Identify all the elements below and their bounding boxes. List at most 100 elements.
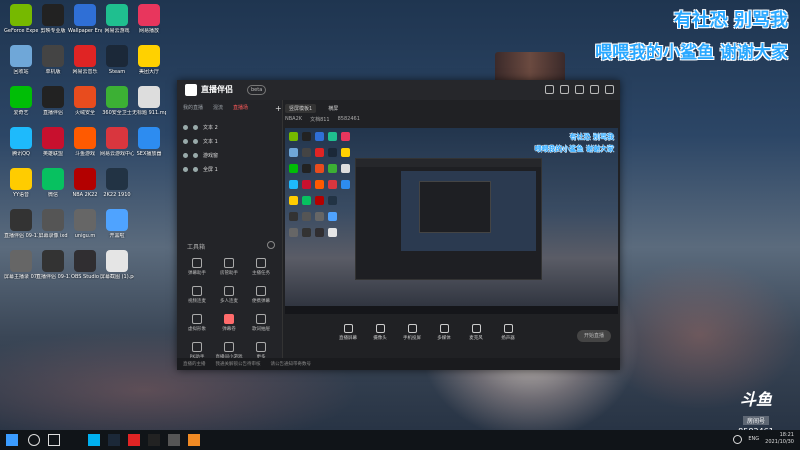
desktop-icon[interactable]: 腾讯QQ [4, 127, 38, 157]
desktop-icon[interactable]: 回收站 [4, 45, 38, 75]
version-badge[interactable]: beta [247, 85, 267, 95]
tab-landscape[interactable]: 横屏 [324, 104, 342, 113]
tool-icon [192, 258, 202, 268]
desktop-icon-label: 直播伴侣 09-13 sp [4, 233, 38, 239]
tool-button[interactable]: 主播任务 [245, 258, 277, 276]
desktop-icon-label: 屏幕截图 (1).pdf [100, 274, 134, 280]
desktop-icon[interactable]: SEX播放器 [132, 127, 166, 157]
eye-icon[interactable] [183, 138, 188, 144]
app-logo-icon [185, 84, 197, 96]
preview-desktop-icon [341, 132, 350, 141]
app-icon [10, 4, 32, 26]
toolbox-grid: 弹幕助手房管助手主播任务视频连麦多人连麦便携弹幕虚拟形象弹幕卷歌词抽屉PK助手直… [181, 258, 281, 360]
folder-icon[interactable] [168, 434, 180, 446]
desktop-icon[interactable]: OBS Studio [68, 250, 102, 280]
desktop-icon[interactable]: 2K22 1910 [100, 168, 134, 198]
lock-icon[interactable] [193, 166, 198, 172]
desktop-icon[interactable]: 剪映专业版 [36, 4, 70, 34]
source-control-button[interactable]: 麦克风 [465, 324, 487, 341]
task-view-icon[interactable] [48, 434, 60, 446]
desktop-icon[interactable]: 直播伴侣 [36, 86, 70, 116]
desktop-icon[interactable]: 火绒安全 [68, 86, 102, 116]
desktop-icon[interactable]: 开黑啦 [100, 209, 134, 239]
eye-icon[interactable] [183, 124, 188, 130]
eye-icon[interactable] [183, 166, 188, 172]
app-icon [74, 209, 96, 231]
desktop-icon[interactable]: Steam [100, 45, 134, 75]
desktop-icon[interactable]: 微信 [36, 168, 70, 198]
desktop-icon[interactable]: 网易云游戏 [100, 4, 134, 34]
bell-icon[interactable] [590, 85, 599, 94]
desktop-icon-label: 回收站 [13, 69, 29, 75]
live-companion-icon[interactable] [148, 434, 160, 446]
tab-live-scene[interactable]: 直播场 [233, 104, 248, 111]
toolbox-more-icon[interactable] [267, 241, 275, 249]
lang-indicator[interactable]: ENG [748, 436, 759, 442]
scene-item[interactable]: 游戏窗 [183, 148, 279, 162]
preview-desktop-icon [315, 196, 324, 205]
desktop-icon[interactable]: 360安全卫士 [100, 86, 134, 116]
tool-button[interactable]: 视频连麦 [181, 286, 213, 304]
tab-my-live[interactable]: 我的直播 [183, 104, 203, 111]
tool-button[interactable]: 歌词抽屉 [245, 314, 277, 332]
desktop-icon[interactable]: 美团大厅 [132, 45, 166, 75]
clock[interactable]: 18:21 2021/10/30 [765, 432, 794, 446]
scene-item[interactable]: 文本 1 [183, 134, 279, 148]
share-icon[interactable] [605, 85, 614, 94]
stream-preview[interactable]: 有社恐 别骂我 喂喂我的小鲨鱼 谢谢大家 [285, 128, 618, 314]
app-icon [74, 86, 96, 108]
desktop-icon[interactable]: 网易云音乐 [68, 45, 102, 75]
desktop-icon[interactable]: 屏幕截图 (1).pdf [100, 250, 134, 280]
tab-portrait[interactable]: 竖屏模板1 [285, 103, 317, 113]
message-icon[interactable] [575, 85, 584, 94]
desktop-icon[interactable]: unigu.m [68, 209, 102, 239]
tool-button[interactable]: 便携弹幕 [245, 286, 277, 304]
desktop-icon[interactable]: Wallpaper Engine [68, 4, 102, 34]
eye-icon[interactable] [183, 152, 188, 158]
tool-button[interactable]: 多人连麦 [213, 286, 245, 304]
wifi-icon[interactable] [733, 434, 743, 444]
source-control-button[interactable]: 手机投屏 [401, 324, 423, 341]
app-icon [74, 127, 96, 149]
search-icon[interactable] [28, 434, 40, 446]
app-icon[interactable] [188, 434, 200, 446]
source-control-button[interactable]: 摄像头 [369, 324, 391, 341]
desktop-icon[interactable]: 屏幕录像 ixd [36, 209, 70, 239]
tool-button[interactable]: 弹幕卷 [213, 314, 245, 332]
tool-button[interactable]: 虚拟形象 [181, 314, 213, 332]
scene-item[interactable]: 全屏 1 [183, 162, 279, 176]
preview-desktop-icon [328, 180, 337, 189]
tool-button[interactable]: 弹幕助手 [181, 258, 213, 276]
source-control-button[interactable]: 直播屏幕 [337, 324, 359, 341]
start-live-button[interactable]: 开始直播 [577, 330, 611, 342]
desktop-icon[interactable]: 英雄联盟 [36, 127, 70, 157]
preview-nested-window [355, 158, 542, 280]
steam-icon[interactable] [108, 434, 120, 446]
lock-icon[interactable] [193, 124, 198, 130]
desktop-icon[interactable]: YY语音 [4, 168, 38, 198]
add-scene-button[interactable]: + [275, 104, 282, 113]
desktop-icon[interactable]: 直播伴侣 09-13 sp [36, 250, 70, 280]
desktop-icon[interactable]: 单机版 [36, 45, 70, 75]
desktop-icon[interactable]: 网易播放 [132, 4, 166, 34]
gift-icon[interactable] [545, 85, 554, 94]
desktop-icon[interactable]: 爱奇艺 [4, 86, 38, 116]
lock-icon[interactable] [193, 138, 198, 144]
desktop-icon[interactable]: GeForce Experience [4, 4, 38, 34]
scene-item[interactable]: 文本 2 [183, 120, 279, 134]
desktop-icon[interactable]: 屏幕主播录 0701.avi [4, 250, 38, 280]
desktop-icon[interactable]: 斗鱼游戏 [68, 127, 102, 157]
netease-icon[interactable] [128, 434, 140, 446]
desktop-icon[interactable]: 网易云游戏中心 [100, 127, 134, 157]
source-control-button[interactable]: 多媒体 [433, 324, 455, 341]
tool-button[interactable]: 房管助手 [213, 258, 245, 276]
source-control-button[interactable]: 扬声器 [497, 324, 519, 341]
tab-mix[interactable]: 混流 [213, 104, 223, 111]
desktop-icon[interactable]: 直播伴侣 09-13 sp [4, 209, 38, 239]
edge-icon[interactable] [88, 434, 100, 446]
desktop-icon[interactable]: 无标题 911.mp4 [132, 86, 166, 116]
store-icon[interactable] [560, 85, 569, 94]
desktop-icon[interactable]: NBA 2K22 [68, 168, 102, 198]
lock-icon[interactable] [193, 152, 198, 158]
windows-start-icon[interactable] [6, 434, 18, 446]
